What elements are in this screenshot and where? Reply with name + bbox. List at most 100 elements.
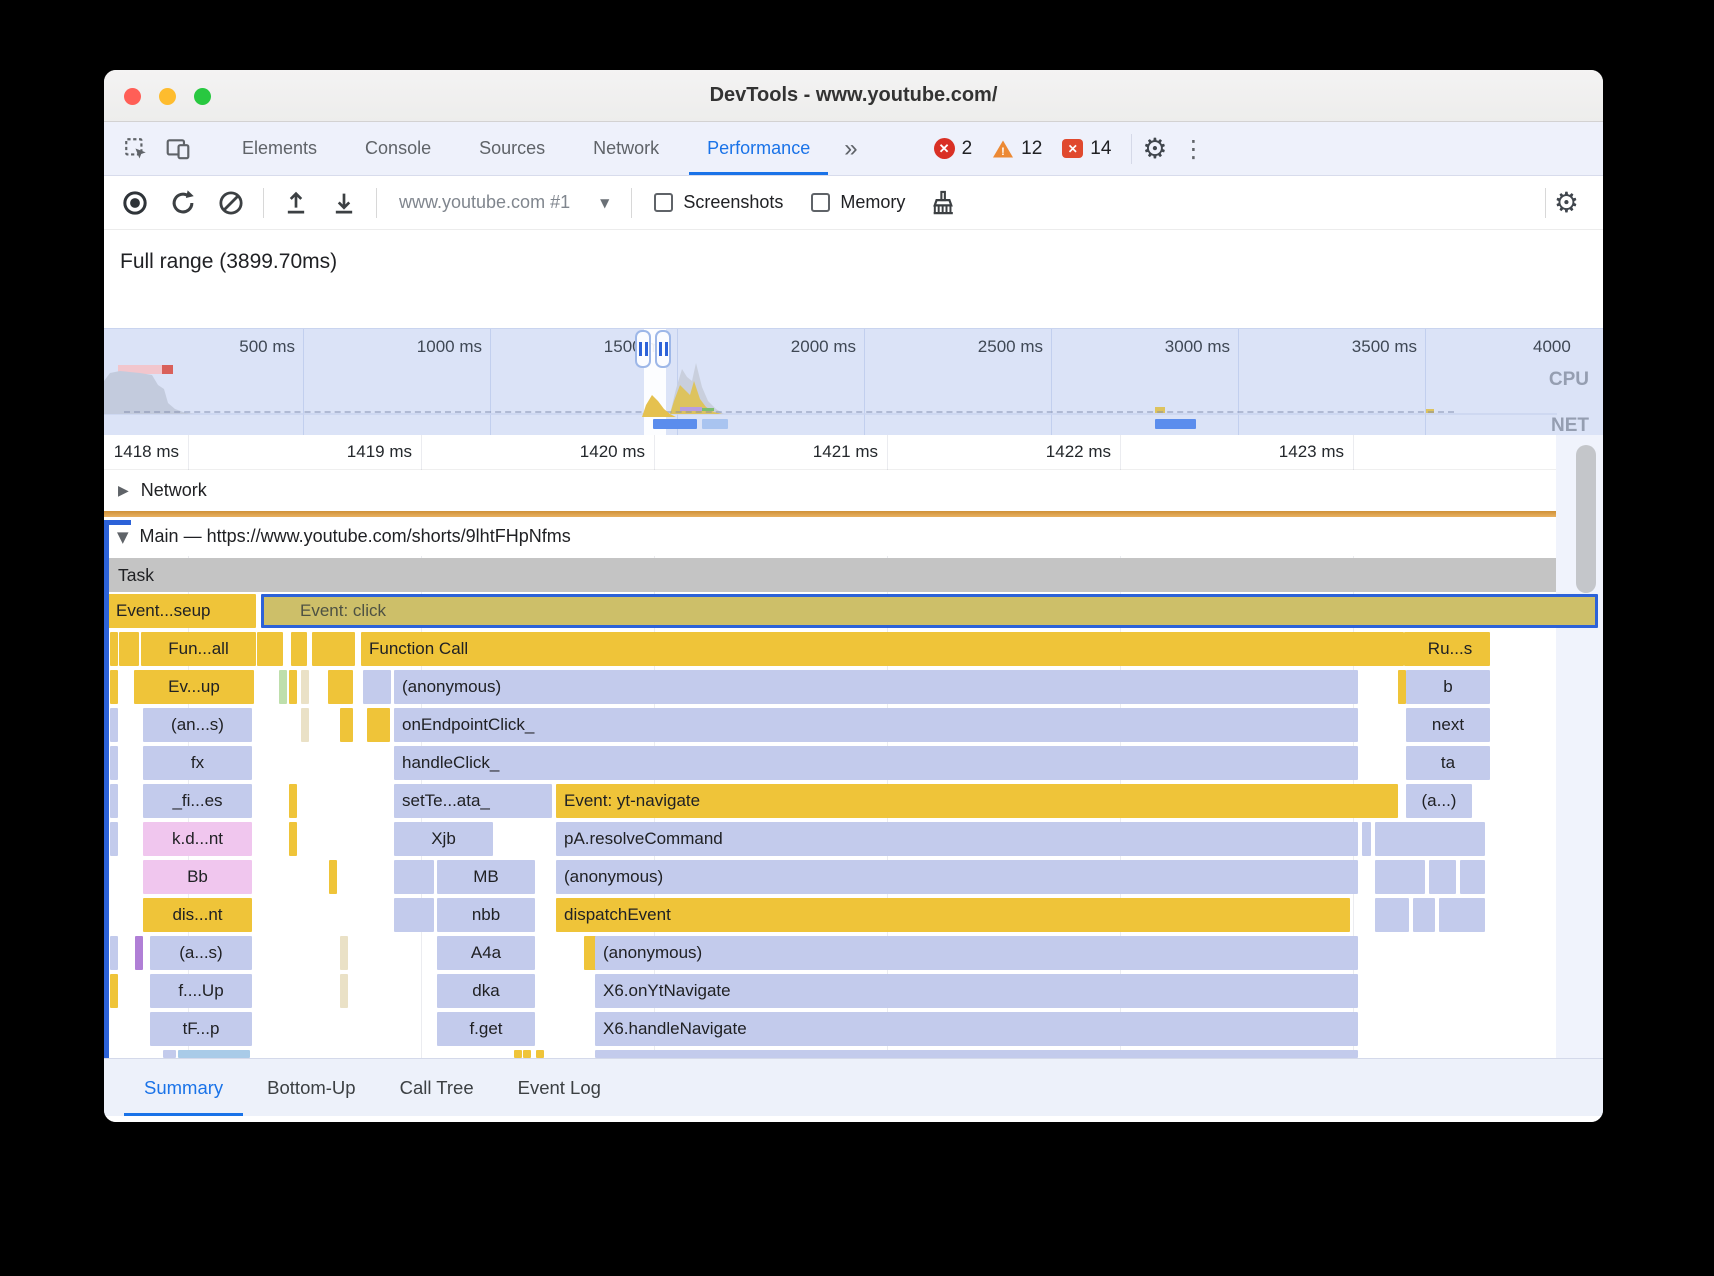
- flame-bar[interactable]: [523, 1050, 531, 1058]
- flame-bar[interactable]: [110, 670, 118, 704]
- flame-bar[interactable]: (a...): [1406, 784, 1472, 818]
- inspect-icon[interactable]: [122, 135, 150, 163]
- flame-bar[interactable]: [1398, 670, 1406, 704]
- flame-bar[interactable]: X6.onYtNavigate: [595, 974, 1358, 1008]
- download-profile-icon[interactable]: [329, 188, 359, 218]
- flame-bar[interactable]: [291, 632, 307, 666]
- flame-bar[interactable]: ta: [1406, 746, 1490, 780]
- flame-bar[interactable]: [1429, 860, 1456, 894]
- vertical-scrollbar-thumb[interactable]: [1576, 445, 1596, 593]
- flame-bar[interactable]: [110, 708, 118, 742]
- flame-bar[interactable]: [301, 708, 309, 742]
- flame-bar[interactable]: [514, 1050, 522, 1058]
- flame-bar[interactable]: Ev...up: [134, 670, 254, 704]
- flame-bar[interactable]: [328, 670, 353, 704]
- flame-bar[interactable]: (anonymous): [556, 860, 1358, 894]
- flame-bar[interactable]: Event: click: [261, 594, 1598, 628]
- flame-bar[interactable]: dispatchEvent: [556, 898, 1350, 932]
- flame-bar[interactable]: [340, 974, 348, 1008]
- flame-bar[interactable]: [394, 898, 434, 932]
- expand-arrow-icon[interactable]: ▼: [117, 528, 129, 546]
- flame-bar[interactable]: [289, 784, 297, 818]
- flame-bar[interactable]: Event: yt-navigate: [556, 784, 1398, 818]
- flame-bar[interactable]: b: [1406, 670, 1490, 704]
- garbage-collect-icon[interactable]: [928, 188, 958, 218]
- flame-bar[interactable]: handleClick_: [394, 746, 1358, 780]
- flame-bar[interactable]: [135, 936, 143, 970]
- screenshots-checkbox[interactable]: [654, 193, 673, 212]
- flame-bar[interactable]: [289, 822, 297, 856]
- flame-bar[interactable]: [1460, 860, 1485, 894]
- reload-icon[interactable]: [168, 188, 198, 218]
- flame-bar[interactable]: tF...p: [150, 1012, 252, 1046]
- flame-bar[interactable]: setTe...ata_: [394, 784, 552, 818]
- record-icon[interactable]: [120, 188, 150, 218]
- tab-console[interactable]: Console: [341, 122, 455, 175]
- tab-performance[interactable]: Performance: [683, 122, 834, 175]
- collapse-arrow-icon[interactable]: ▶: [118, 483, 129, 499]
- selection-left-handle[interactable]: [635, 330, 651, 368]
- tab-call-tree[interactable]: Call Tree: [378, 1059, 496, 1116]
- flame-bar[interactable]: [257, 632, 283, 666]
- upload-profile-icon[interactable]: [281, 188, 311, 218]
- flame-bar[interactable]: dka: [437, 974, 535, 1008]
- flame-bar[interactable]: [340, 708, 353, 742]
- flame-bar[interactable]: f.get: [437, 1012, 535, 1046]
- flame-bar[interactable]: Event...seup: [108, 594, 256, 628]
- screenshots-toggle[interactable]: Screenshots: [654, 192, 783, 213]
- flame-bar[interactable]: [317, 632, 355, 666]
- flame-bar[interactable]: Ru...s: [1410, 632, 1490, 666]
- flame-bar[interactable]: dis...nt: [143, 898, 252, 932]
- flame-bar[interactable]: pA.resolveCommand: [556, 822, 1358, 856]
- flame-bar[interactable]: Xjb: [394, 822, 493, 856]
- flame-bar[interactable]: [363, 670, 391, 704]
- flame-bar[interactable]: [110, 746, 118, 780]
- selection-right-handle[interactable]: [655, 330, 671, 368]
- memory-checkbox[interactable]: [811, 193, 830, 212]
- flame-bar[interactable]: [110, 936, 118, 970]
- network-request-bar[interactable]: [1155, 419, 1196, 429]
- flame-bar[interactable]: Bb: [143, 860, 252, 894]
- flame-bar[interactable]: next: [1406, 708, 1490, 742]
- flame-bar[interactable]: (a...s): [150, 936, 252, 970]
- device-toolbar-icon[interactable]: [164, 135, 192, 163]
- flame-bar[interactable]: (an...s): [143, 708, 252, 742]
- flame-bar[interactable]: [340, 936, 348, 970]
- close-window-icon[interactable]: [124, 88, 141, 105]
- error-badge[interactable]: ✕ 2: [934, 138, 973, 160]
- flame-bar[interactable]: [1375, 860, 1425, 894]
- flame-bar[interactable]: [279, 670, 287, 704]
- flame-bar[interactable]: [1375, 898, 1409, 932]
- main-track-header[interactable]: ▼ Main — https://www.youtube.com/shorts/…: [104, 517, 1603, 556]
- tab-elements[interactable]: Elements: [218, 122, 341, 175]
- tab-sources[interactable]: Sources: [455, 122, 569, 175]
- flame-bar[interactable]: [119, 632, 139, 666]
- flame-bar[interactable]: _fi...es: [143, 784, 252, 818]
- flame-bar[interactable]: MB: [437, 860, 535, 894]
- maximize-window-icon[interactable]: [194, 88, 211, 105]
- clear-icon[interactable]: [216, 188, 246, 218]
- flame-bar-task[interactable]: Task: [109, 558, 1557, 592]
- flame-bar[interactable]: X6.handleNavigate: [595, 1012, 1358, 1046]
- minimize-window-icon[interactable]: [159, 88, 176, 105]
- flame-bar[interactable]: (anonymous): [595, 936, 1358, 970]
- flame-bar[interactable]: Function Call: [361, 632, 1404, 666]
- timeline-overview[interactable]: 500 ms1000 ms1500 ms2000 ms2500 ms3000 m…: [104, 328, 1603, 435]
- flame-bar[interactable]: [289, 670, 297, 704]
- flame-bar[interactable]: [110, 974, 118, 1008]
- flame-bar[interactable]: k.d...nt: [143, 822, 252, 856]
- settings-gear-icon[interactable]: ⚙: [1142, 135, 1167, 163]
- flame-bar[interactable]: [394, 860, 434, 894]
- kebab-menu-icon[interactable]: ⋮: [1182, 135, 1206, 163]
- flame-bar[interactable]: [536, 1050, 544, 1058]
- flame-bar[interactable]: onEndpointClick_: [394, 708, 1358, 742]
- flame-bar[interactable]: fx: [143, 746, 252, 780]
- flame-bar[interactable]: [595, 1050, 1358, 1058]
- flame-bar[interactable]: [110, 822, 118, 856]
- perf-settings-gear-icon[interactable]: ⚙: [1554, 189, 1579, 217]
- flame-bar[interactable]: [1375, 822, 1485, 856]
- network-request-bar[interactable]: [702, 419, 728, 429]
- tab-network[interactable]: Network: [569, 122, 683, 175]
- flame-bar[interactable]: nbb: [437, 898, 535, 932]
- issues-badge[interactable]: ✕ 14: [1062, 138, 1111, 160]
